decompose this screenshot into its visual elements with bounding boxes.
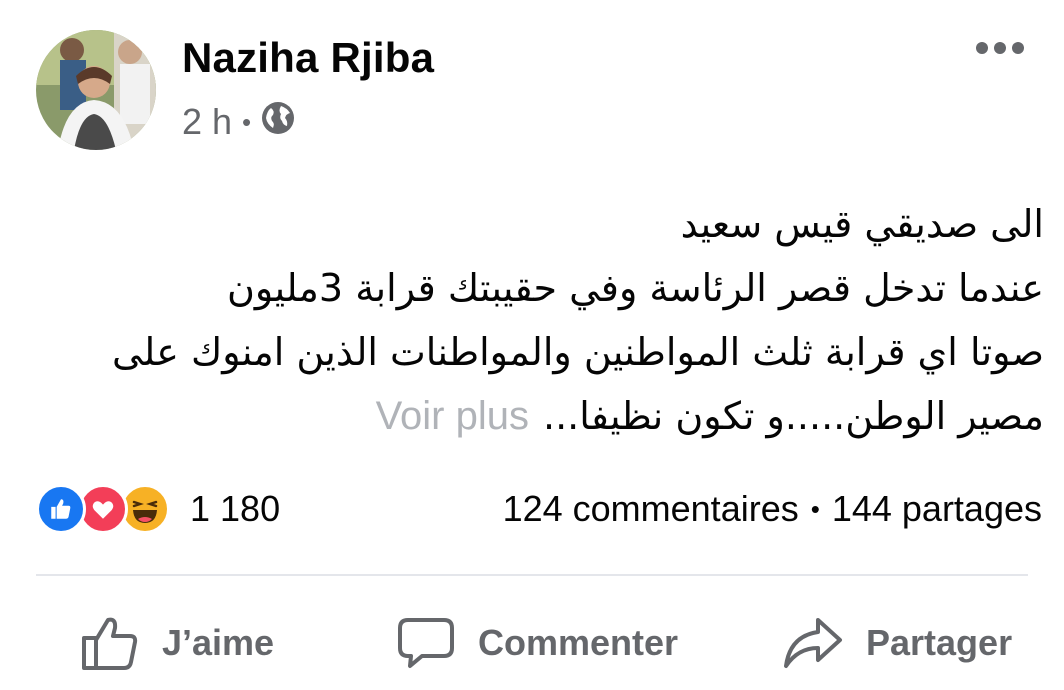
comment-bubble-icon <box>396 614 456 672</box>
author-name[interactable]: Naziha Rjiba <box>182 34 434 82</box>
post-time[interactable]: 2 h <box>182 101 232 143</box>
stats-separator: • <box>810 493 820 524</box>
post-body-last-line: مصير الوطن.....و تكون نظيفا... Voir plus <box>40 384 1044 448</box>
post-body-line: مصير الوطن.....و تكون نظيفا... <box>542 394 1044 438</box>
comments-count[interactable]: 124 commentaires <box>503 488 799 530</box>
reactions-summary[interactable]: 1 180 <box>36 482 280 536</box>
thumbs-up-icon <box>80 614 140 672</box>
post-card: Naziha Rjiba 2 h • الى صديقي قيس سعيد عن… <box>0 0 1064 690</box>
share-label: Partager <box>866 622 1013 663</box>
author-avatar[interactable] <box>36 30 156 150</box>
like-reaction-icon <box>36 484 86 534</box>
action-bar: J’aime Commenter Partager <box>0 598 1064 688</box>
globe-icon[interactable] <box>261 101 295 144</box>
comment-label: Commenter <box>478 622 679 663</box>
divider <box>36 574 1028 576</box>
share-button[interactable]: Partager <box>782 598 1012 688</box>
shares-count[interactable]: 144 partages <box>832 488 1042 530</box>
post-body-line: صوتا اي قرابة ثلث المواطنين والمواطنات ا… <box>111 330 1044 374</box>
see-more-link[interactable]: Voir plus <box>376 394 529 438</box>
like-label: J’aime <box>162 622 275 663</box>
reaction-count: 1 180 <box>190 488 281 529</box>
more-options-icon[interactable] <box>976 42 1024 54</box>
like-button[interactable]: J’aime <box>80 598 274 688</box>
post-body-line: الى صديقي قيس سعيد <box>680 202 1044 246</box>
reaction-icons <box>36 484 170 534</box>
meta-separator: • <box>242 106 252 137</box>
share-arrow-icon <box>782 614 844 672</box>
post-body: الى صديقي قيس سعيد عندما تدخل قصر الرئاس… <box>40 192 1044 448</box>
engagement-stats: 124 commentaires • 144 partages <box>503 482 1042 536</box>
post-meta: 2 h • <box>182 100 295 144</box>
post-body-line: عندما تدخل قصر الرئاسة وفي حقيبتك قرابة … <box>226 266 1044 310</box>
comment-button[interactable]: Commenter <box>396 598 678 688</box>
